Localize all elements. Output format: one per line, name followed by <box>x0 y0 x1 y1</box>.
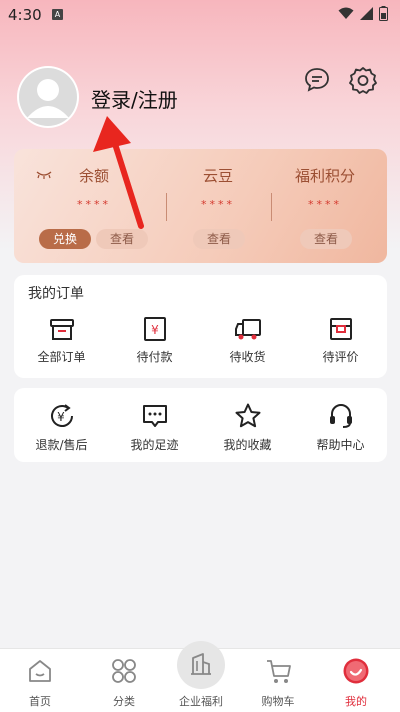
category-icon <box>112 659 136 683</box>
avatar-placeholder-icon <box>19 68 77 126</box>
tab-category[interactable]: 分类 <box>84 649 164 712</box>
tab-cart[interactable]: 购物车 <box>238 649 318 712</box>
gear-icon[interactable] <box>349 66 377 94</box>
svg-text:¥: ¥ <box>151 323 159 337</box>
tab-mine[interactable]: 我的 <box>316 649 396 712</box>
battery-icon <box>379 6 388 21</box>
building-icon <box>191 653 211 675</box>
service-help[interactable]: 帮助中心 <box>294 402 387 453</box>
service-help-label: 帮助中心 <box>316 438 365 452</box>
order-all-label: 全部订单 <box>37 350 86 364</box>
service-footprint-label: 我的足迹 <box>130 438 179 452</box>
order-pending-review-label: 待评价 <box>322 350 359 364</box>
order-pending-payment-label: 待付款 <box>136 350 173 364</box>
profile-icon <box>343 658 369 684</box>
service-refund-label: 退款/售后 <box>35 438 88 452</box>
wifi-icon <box>338 7 354 19</box>
orders-card: 我的订单 全部订单 ¥ 待付款 待收货 待评价 <box>14 275 387 378</box>
status-right <box>338 6 388 21</box>
signal-icon <box>360 7 373 20</box>
footprint-icon <box>142 405 167 427</box>
star-icon <box>235 403 260 428</box>
wallet-yundou-value: **** <box>201 198 235 211</box>
review-box-icon <box>329 318 352 340</box>
service-footprint[interactable]: 我的足迹 <box>108 402 201 453</box>
tab-enterprise-welfare-label: 企业福利 <box>179 695 223 708</box>
login-register-link[interactable]: 登录/注册 <box>91 84 178 113</box>
order-pending-delivery-label: 待收货 <box>229 350 266 364</box>
order-all[interactable]: 全部订单 <box>15 316 108 365</box>
status-bar: 4:30 A <box>0 0 400 30</box>
points-view-button[interactable]: 查看 <box>300 229 352 249</box>
wallet-balance-title: 余额 <box>78 167 109 185</box>
home-icon <box>29 660 51 682</box>
tab-cart-label: 购物车 <box>261 695 295 708</box>
exchange-button[interactable]: 兑换 <box>39 229 91 249</box>
services-card: ¥ 退款/售后 我的足迹 我的收藏 帮助中心 <box>14 388 387 462</box>
headset-icon <box>329 404 352 428</box>
wallet-balance-value: **** <box>77 198 111 211</box>
tab-home[interactable]: 首页 <box>0 649 80 712</box>
wallet-card: 余额 **** 兑换 查看 云豆 **** 查看 福利积分 **** 查看 <box>14 149 387 263</box>
tab-home-label: 首页 <box>29 695 51 708</box>
wallet-yundou-title: 云豆 <box>202 167 233 185</box>
avatar[interactable] <box>17 66 79 128</box>
yundou-view-button[interactable]: 查看 <box>193 229 245 249</box>
enterprise-welfare-button[interactable] <box>177 641 225 689</box>
notification-icon: A <box>52 9 63 20</box>
service-refund[interactable]: ¥ 退款/售后 <box>15 402 108 453</box>
box-icon <box>49 319 74 340</box>
orders-title: 我的订单 <box>28 286 84 302</box>
cart-icon <box>267 660 291 683</box>
yen-wallet-icon: ¥ <box>143 317 166 341</box>
service-favorites[interactable]: 我的收藏 <box>201 402 294 453</box>
truck-icon <box>234 319 261 340</box>
tab-category-label: 分类 <box>113 695 135 708</box>
order-pending-payment[interactable]: ¥ 待付款 <box>108 316 201 365</box>
order-pending-delivery[interactable]: 待收货 <box>201 316 294 365</box>
status-time: 4:30 <box>8 6 42 24</box>
balance-view-button[interactable]: 查看 <box>96 229 148 249</box>
tab-mine-label: 我的 <box>345 695 367 708</box>
service-favorites-label: 我的收藏 <box>223 438 272 452</box>
refund-icon: ¥ <box>50 404 73 427</box>
wallet-points-title: 福利积分 <box>294 167 355 185</box>
wallet-points-value: **** <box>308 198 342 211</box>
svg-text:¥: ¥ <box>57 410 65 424</box>
order-pending-review[interactable]: 待评价 <box>294 316 387 365</box>
chat-bubble-icon[interactable] <box>303 66 331 94</box>
